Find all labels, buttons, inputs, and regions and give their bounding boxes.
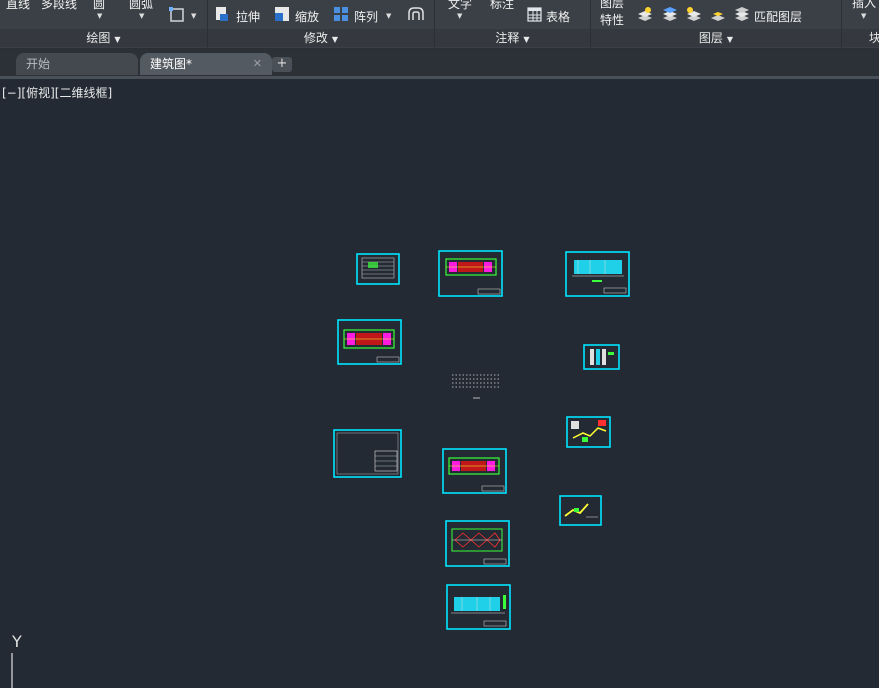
array-dropdown-icon[interactable]: ▼ — [386, 12, 391, 20]
layer-properties-top-label[interactable]: 图层 — [600, 0, 624, 11]
tab-start-label: 开始 — [26, 57, 51, 71]
block-panel: 插入 ▼ 块 — [842, 0, 879, 48]
polyline-button[interactable]: 多段线 — [41, 0, 77, 12]
drawing-sheet-thumbnail[interactable] — [333, 429, 402, 478]
match-layer-icon — [735, 7, 749, 21]
line-button[interactable]: 直线 — [6, 0, 30, 12]
annotate-panel: 文字 ▼ 标注 表格 注释 ▼ — [435, 0, 591, 48]
draw-panel-title[interactable]: 绘图 ▼ — [0, 29, 207, 47]
drawing-sheet-thumbnail[interactable] — [446, 584, 511, 630]
ucs-y-axis-label: Y — [12, 632, 22, 651]
layers-panel: 图层 特性 匹配图层 图层 ▼ — [591, 0, 842, 48]
insert-button[interactable]: 插入 — [852, 0, 876, 11]
chevron-down-icon: ▼ — [726, 35, 734, 44]
chevron-down-icon: ▼ — [331, 35, 339, 44]
draw-panel-label: 绘图 — [86, 31, 111, 45]
offset-icon[interactable] — [407, 5, 425, 23]
layer-isolate-icon[interactable] — [661, 6, 679, 22]
tab-start[interactable]: 开始 — [16, 53, 138, 75]
insert-dropdown-icon[interactable]: ▼ — [861, 12, 866, 20]
match-layer-button[interactable]: 匹配图层 — [754, 8, 802, 25]
array-button[interactable]: 阵列 — [354, 8, 378, 25]
rectangle-icon[interactable] — [168, 6, 186, 24]
dimension-button[interactable]: 标注 — [490, 0, 514, 12]
modify-panel: 拉伸 缩放 阵列 ▼ 修改 ▼ — [208, 0, 435, 48]
layer-freeze-icon[interactable] — [685, 6, 703, 22]
drawing-sheet-thumbnail[interactable] — [438, 250, 503, 297]
drawing-sheet-thumbnail[interactable] — [566, 416, 611, 448]
text-button[interactable]: 文字 — [448, 0, 472, 12]
drawing-canvas[interactable] — [0, 79, 879, 688]
ribbon: 直线 多段线 圆 ▼ 圆弧 ▼ ▼ 绘图 ▼ 拉伸 缩放 阵列 ▼ 修改 ▼ 文… — [0, 0, 879, 49]
layer-off-icon[interactable] — [636, 6, 654, 22]
layer-lock-icon[interactable] — [709, 6, 727, 22]
drawing-sheet-thumbnail[interactable] — [337, 319, 402, 365]
drawing-sheet-thumbnail[interactable] — [445, 520, 510, 567]
scale-button[interactable]: 缩放 — [295, 8, 319, 25]
array-icon — [334, 7, 348, 21]
plus-icon: + — [276, 56, 288, 71]
circle-button[interactable]: 圆 — [93, 0, 105, 12]
table-button[interactable]: 表格 — [546, 8, 570, 25]
block-panel-title[interactable]: 块 — [842, 29, 879, 47]
layer-properties-button[interactable]: 特性 — [600, 11, 624, 28]
scale-icon — [275, 7, 289, 21]
arc-button[interactable]: 圆弧 — [129, 0, 153, 12]
close-icon[interactable]: ✕ — [253, 53, 262, 75]
modify-panel-label: 修改 — [303, 31, 328, 45]
arc-dropdown-icon[interactable]: ▼ — [139, 12, 144, 20]
layers-panel-title[interactable]: 图层 ▼ — [591, 29, 841, 47]
tab-drawing[interactable]: 建筑图* ✕ — [140, 53, 272, 75]
layers-panel-label: 图层 — [698, 31, 723, 45]
drawing-sheet-thumbnail[interactable] — [559, 495, 602, 526]
chevron-down-icon: ▼ — [523, 35, 530, 44]
rectangle-dropdown-icon[interactable]: ▼ — [191, 12, 196, 20]
chevron-down-icon: ▼ — [114, 35, 121, 44]
circle-dropdown-icon[interactable]: ▼ — [97, 12, 102, 20]
draw-panel: 直线 多段线 圆 ▼ 圆弧 ▼ ▼ 绘图 ▼ — [0, 0, 208, 48]
table-icon — [527, 7, 542, 22]
file-tab-bar: 开始 建筑图* ✕ + — [0, 49, 879, 79]
annotate-panel-title[interactable]: 注释 ▼ — [435, 29, 590, 47]
block-panel-label: 块 — [869, 31, 879, 45]
stretch-button[interactable]: 拉伸 — [236, 8, 260, 25]
drawing-notes-block[interactable] — [452, 374, 500, 399]
tab-drawing-label: 建筑图* — [150, 57, 193, 71]
drawing-sheet-thumbnail[interactable] — [565, 251, 630, 297]
text-dropdown-icon[interactable]: ▼ — [457, 12, 462, 20]
drawing-sheet-thumbnail[interactable] — [442, 448, 507, 494]
modify-panel-title[interactable]: 修改 ▼ — [208, 29, 434, 47]
stretch-icon — [216, 7, 228, 21]
annotate-panel-label: 注释 — [495, 31, 520, 45]
drawing-sheet-thumbnail[interactable] — [583, 344, 620, 370]
new-tab-button[interactable]: + — [272, 57, 292, 72]
drawing-sheet-thumbnail[interactable] — [356, 253, 400, 285]
